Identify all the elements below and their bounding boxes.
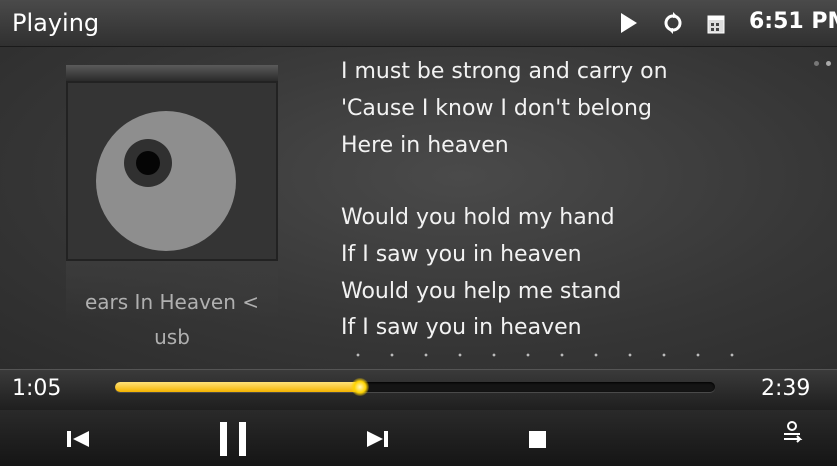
previous-button[interactable] <box>40 410 120 466</box>
scroll-indicator-dot <box>814 61 819 66</box>
lyric-line: Would you hold my hand <box>341 205 615 230</box>
lyric-line: I must be strong and carry on <box>341 59 668 84</box>
seek-bar[interactable] <box>115 378 715 396</box>
seek-bar-thumb[interactable] <box>351 378 370 396</box>
track-source: usb <box>154 325 190 349</box>
next-button[interactable] <box>344 410 424 466</box>
pause-button[interactable] <box>194 410 274 466</box>
cd-disc-icon <box>96 111 236 251</box>
lyric-line: If I saw you in heaven <box>341 242 582 267</box>
sync-icon <box>662 12 684 38</box>
track-title: ears In Heaven < <box>84 290 260 314</box>
scroll-indicator-dot <box>826 61 831 66</box>
lyric-line: If I saw you in heaven <box>341 315 582 340</box>
status-bar: Playing 6:51 PM <box>0 0 837 47</box>
status-time: 6:51 PM <box>749 9 837 34</box>
lyric-line: Here in heaven <box>341 133 509 158</box>
stop-button[interactable] <box>498 410 578 466</box>
lyrics-overflow-dots <box>341 352 741 358</box>
elapsed-time: 1:05 <box>12 376 62 401</box>
total-time: 2:39 <box>761 376 811 401</box>
lyric-line: 'Cause I know I don't belong <box>341 96 652 121</box>
output-button[interactable] <box>750 410 830 466</box>
status-title: Playing <box>12 9 100 37</box>
lyric-line: Would you help me stand <box>341 279 622 304</box>
now-playing-panel: ears In Heaven < usb I must be strong an… <box>0 47 837 369</box>
playback-controls <box>0 410 837 466</box>
progress-area: 1:05 2:39 <box>0 369 837 410</box>
play-indicator-icon <box>619 12 639 38</box>
seek-bar-fill <box>115 382 361 392</box>
calendar-icon <box>707 14 725 38</box>
